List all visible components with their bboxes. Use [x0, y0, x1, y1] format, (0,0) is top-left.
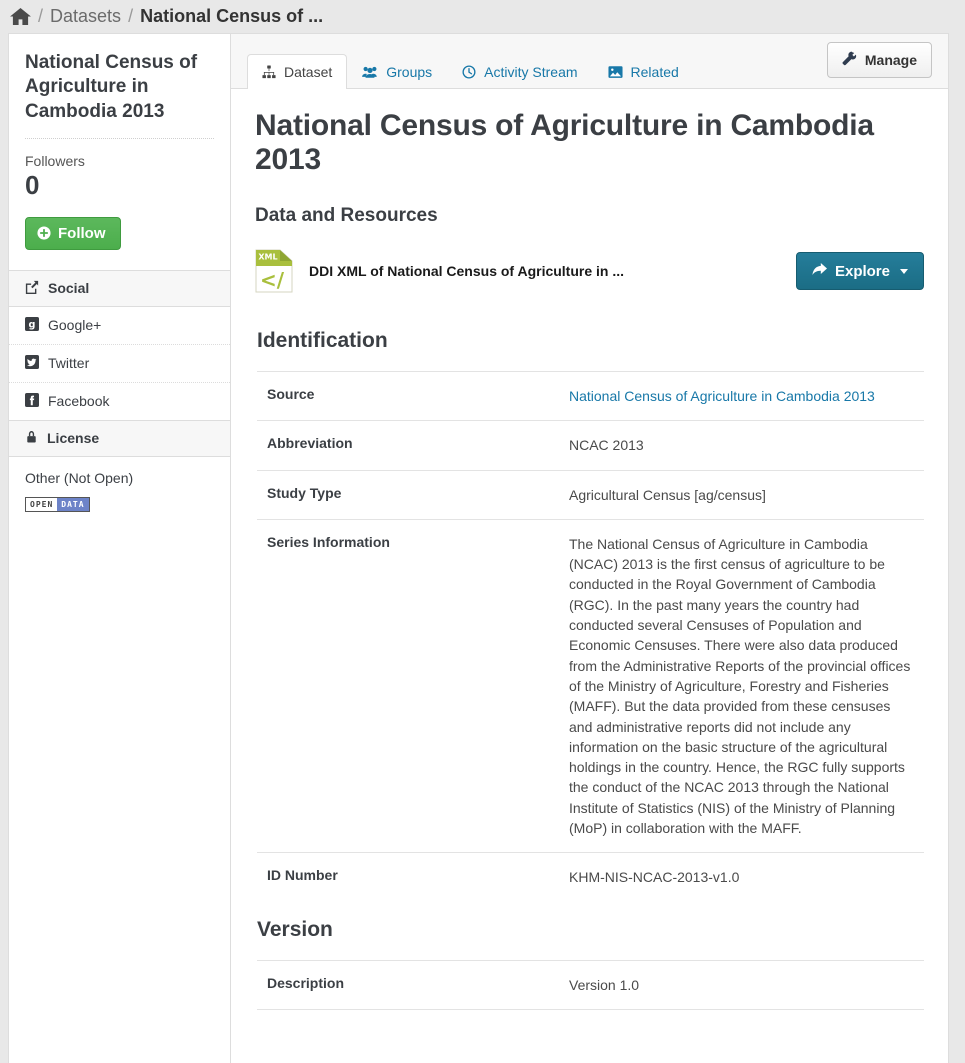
sidebar-section-license: License — [9, 419, 230, 457]
follow-button-label: Follow — [58, 224, 106, 242]
svg-text:g: g — [29, 319, 36, 330]
sidebar-section-license-label: License — [47, 430, 100, 447]
tab-bar: Dataset Groups Activity Stream Related M… — [231, 34, 948, 89]
manage-button-label: Manage — [864, 52, 917, 68]
sidebar-link-twitter-label: Twitter — [48, 355, 90, 372]
page-title: National Census of Agriculture in Cambod… — [255, 109, 874, 176]
row-label: Series Information — [257, 518, 569, 853]
open-data-badge-open: OPEN — [26, 497, 58, 511]
tab-activity-stream[interactable]: Activity Stream — [447, 54, 592, 89]
table-row: Series Information The National Census o… — [257, 518, 924, 853]
main-content: National Census of Agriculture in Cambod… — [231, 89, 948, 313]
plus-circle-icon — [37, 226, 51, 240]
sidebar: National Census of Agriculture in Cambod… — [8, 33, 231, 1063]
identification-table: Source National Census of Agriculture in… — [257, 370, 924, 902]
metadata-block: Identification Source National Census of… — [231, 329, 948, 1010]
image-icon — [608, 65, 623, 79]
clock-icon — [462, 65, 476, 79]
twitter-icon — [25, 354, 39, 372]
row-label: ID Number — [257, 852, 569, 902]
sidebar-link-google-plus[interactable]: g Google+ — [9, 307, 230, 345]
row-value: KHM-NIS-NCAC-2013-v1.0 — [569, 852, 924, 902]
svg-text:</: </ — [260, 268, 285, 292]
row-label: Abbreviation — [257, 420, 569, 471]
tab-activity-stream-label: Activity Stream — [484, 64, 578, 80]
xml-file-icon: XML </ — [255, 249, 293, 293]
breadcrumb: / Datasets / National Census of ... — [0, 0, 965, 33]
table-row: Description Version 1.0 — [257, 959, 924, 1009]
main-panel: Dataset Groups Activity Stream Related M… — [231, 33, 949, 1063]
sidebar-section-social-label: Social — [48, 280, 90, 297]
resource-item: XML </ DDI XML of National Census of Agr… — [255, 249, 924, 313]
sidebar-link-facebook[interactable]: Facebook — [9, 383, 230, 420]
sidebar-section-social: Social — [9, 269, 230, 307]
share-icon — [25, 280, 39, 297]
table-row: ID Number KHM-NIS-NCAC-2013-v1.0 — [257, 852, 924, 902]
section-heading-identification: Identification — [257, 329, 388, 352]
tab-related[interactable]: Related — [593, 54, 694, 89]
sidebar-link-google-plus-label: Google+ — [48, 317, 102, 334]
share-arrow-icon — [812, 262, 827, 280]
facebook-icon — [25, 392, 39, 410]
tab-dataset[interactable]: Dataset — [247, 54, 348, 89]
row-label: Description — [257, 959, 569, 1009]
google-plus-icon: g — [25, 316, 39, 334]
sidebar-link-facebook-label: Facebook — [48, 393, 110, 410]
home-icon[interactable] — [10, 7, 31, 26]
sidebar-header: National Census of Agriculture in Cambod… — [9, 34, 230, 270]
row-value: NCAC 2013 — [569, 420, 924, 471]
open-data-badge: OPEN DATA — [25, 496, 90, 512]
svg-text:XML: XML — [258, 253, 277, 262]
explore-button[interactable]: Explore — [795, 252, 924, 290]
sidebar-dataset-title: National Census of Agriculture in Cambod… — [25, 52, 198, 122]
row-value: Agricultural Census [ag/census] — [569, 469, 924, 520]
license-body: Other (Not Open) OPEN DATA — [9, 457, 230, 530]
open-data-badge-data: DATA — [57, 497, 89, 511]
followers-label: Followers — [25, 152, 85, 169]
row-value: Version 1.0 — [569, 959, 924, 1009]
sidebar-link-twitter[interactable]: Twitter — [9, 345, 230, 383]
tab-groups[interactable]: Groups — [347, 54, 447, 89]
version-table: Description Version 1.0 — [257, 959, 924, 1009]
table-row: Abbreviation NCAC 2013 — [257, 420, 924, 471]
row-label: Source — [257, 370, 569, 421]
breadcrumb-current: National Census of ... — [140, 6, 324, 26]
sidebar-divider — [25, 137, 214, 139]
follow-button[interactable]: Follow — [25, 216, 121, 250]
table-bottom-rule — [257, 1008, 924, 1010]
source-link[interactable]: National Census of Agriculture in Cambod… — [569, 388, 875, 404]
breadcrumb-datasets-link[interactable]: Datasets — [50, 6, 121, 27]
wrench-icon — [842, 51, 857, 69]
row-value: National Census of Agriculture in Cambod… — [569, 370, 924, 421]
followers-count: 0 — [25, 169, 40, 200]
tab-dataset-label: Dataset — [284, 64, 333, 80]
manage-button[interactable]: Manage — [826, 42, 932, 78]
breadcrumb-separator-1: / — [38, 6, 44, 26]
section-heading-version: Version — [257, 917, 333, 941]
row-label: Study Type — [257, 469, 569, 520]
explore-button-label: Explore — [834, 262, 890, 280]
sitemap-icon — [262, 65, 276, 79]
table-row: Source National Census of Agriculture in… — [257, 370, 924, 421]
tab-related-label: Related — [630, 64, 679, 80]
table-row: Study Type Agricultural Census [ag/censu… — [257, 469, 924, 520]
breadcrumb-separator-2: / — [128, 6, 134, 26]
row-value: The National Census of Agriculture in Ca… — [569, 518, 924, 853]
chevron-down-icon — [900, 268, 908, 274]
data-and-resources-heading: Data and Resources — [255, 205, 438, 226]
users-icon — [362, 65, 378, 79]
lock-icon — [25, 430, 38, 447]
tab-groups-label: Groups — [386, 64, 433, 80]
resource-title-link[interactable]: DDI XML of National Census of Agricultur… — [309, 263, 780, 279]
license-name: Other (Not Open) — [25, 469, 134, 486]
